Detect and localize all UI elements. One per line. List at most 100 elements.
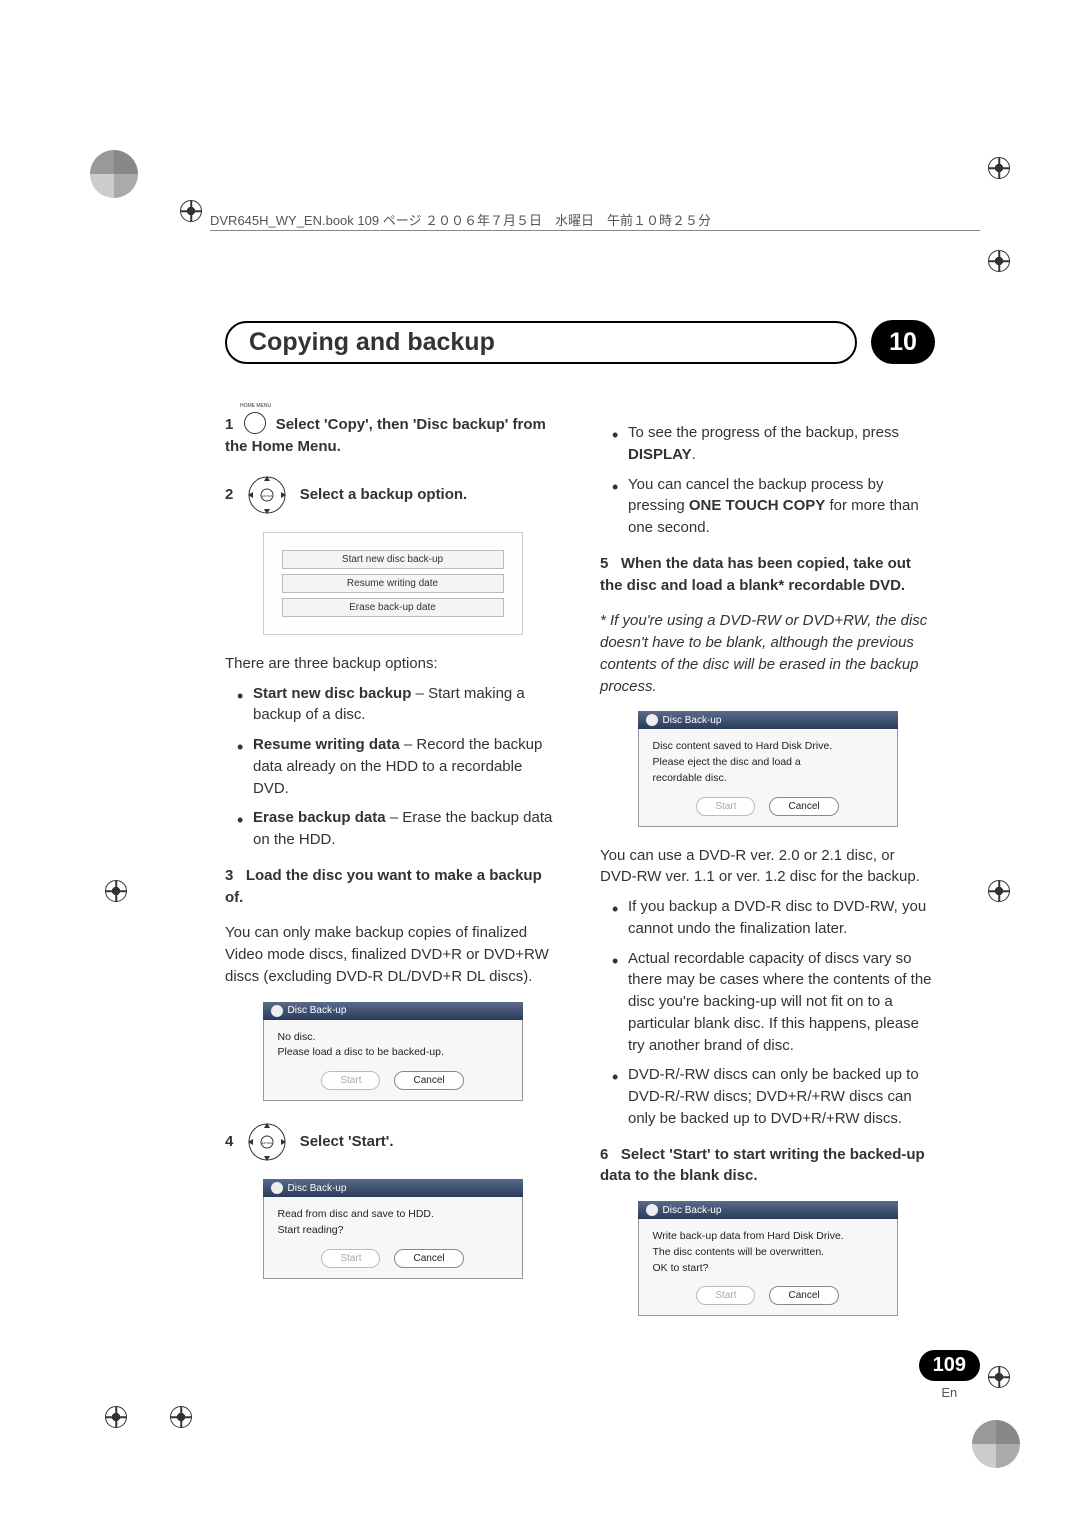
colorbar-bottom-right [972, 1420, 1020, 1468]
registration-mark-icon [105, 880, 127, 902]
step-3: 3 Load the disc you want to make a backu… [225, 865, 560, 909]
registration-mark-icon [988, 1366, 1010, 1388]
dialog-title: Disc Back-up [638, 711, 898, 729]
dialog-line: No disc. [278, 1030, 508, 1046]
step-5: 5 When the data has been copied, take ou… [600, 553, 935, 597]
dialog-line: The disc contents will be overwritten. [653, 1245, 883, 1261]
page-number-badge: 109 [919, 1350, 980, 1381]
page-content: Copying and backup 10 1 HOME MENU Select… [225, 320, 935, 1334]
step-6-heading: Select 'Start' to start writing the back… [600, 1146, 925, 1185]
home-menu-icon: HOME MENU [244, 412, 266, 434]
step-2: 2 ENTER Select a backup option. [225, 472, 560, 518]
book-header-line: DVR645H_WY_EN.book 109 ページ ２００６年７月５日 水曜日… [210, 210, 980, 229]
start-button[interactable]: Start [321, 1249, 380, 1268]
tip-text: . [692, 446, 696, 463]
header-rule [210, 230, 980, 231]
list-item: If you backup a DVD-R disc to DVD-RW, yo… [628, 896, 935, 940]
list-item: You can cancel the backup process by pre… [628, 474, 935, 539]
svg-text:ENTER: ENTER [261, 1141, 272, 1145]
svg-text:ENTER: ENTER [261, 494, 272, 498]
step-4-text: Select 'Start'. [300, 1133, 394, 1150]
start-button[interactable]: Start [696, 1286, 755, 1305]
dialog-write-backup: Disc Back-up Write back-up data from Har… [638, 1201, 898, 1316]
menu-item-erase[interactable]: Erase back-up date [282, 598, 504, 617]
dialog-line: Read from disc and save to HDD. [278, 1207, 508, 1223]
registration-mark-icon [988, 880, 1010, 902]
option-label: Start new disc backup [253, 685, 411, 702]
menu-item-start-new[interactable]: Start new disc back-up [282, 550, 504, 569]
disc-versions-note: You can use a DVD-R ver. 2.0 or 2.1 disc… [600, 845, 935, 889]
dialog-body: Read from disc and save to HDD. Start re… [263, 1197, 523, 1279]
dialog-body: Disc content saved to Hard Disk Drive. P… [638, 729, 898, 826]
left-column: 1 HOME MENU Select 'Copy', then 'Disc ba… [225, 414, 560, 1334]
registration-mark-icon [988, 157, 1010, 179]
step-number: 6 [600, 1146, 608, 1163]
dialog-title: Disc Back-up [263, 1002, 523, 1020]
chapter-badge: 10 [871, 320, 935, 364]
cancel-button[interactable]: Cancel [769, 797, 838, 816]
dialog-body: Write back-up data from Hard Disk Drive.… [638, 1219, 898, 1316]
list-item: DVD-R/-RW discs can only be backed up to… [628, 1064, 935, 1129]
step-3-heading: Load the disc you want to make a backup … [225, 867, 542, 906]
page-number-block: 109 En [919, 1350, 980, 1400]
start-button[interactable]: Start [321, 1071, 380, 1090]
step-5-note: * If you're using a DVD-RW or DVD+RW, th… [600, 610, 935, 697]
step-3-body: You can only make backup copies of final… [225, 922, 560, 987]
dialog-line: Please eject the disc and load a [653, 755, 883, 771]
cancel-button[interactable]: Cancel [394, 1071, 463, 1090]
nav-enter-icon: ENTER [244, 472, 290, 518]
step-2-text: Select a backup option. [300, 486, 468, 503]
cancel-button[interactable]: Cancel [394, 1249, 463, 1268]
step-number: 4 [225, 1133, 233, 1150]
section-title: Copying and backup [225, 321, 857, 364]
menu-item-resume[interactable]: Resume writing date [282, 574, 504, 593]
page-language: En [919, 1385, 980, 1400]
backup-option-menu: Start new disc back-up Resume writing da… [263, 532, 523, 635]
option-label: Erase backup data [253, 809, 386, 826]
dialog-line: Write back-up data from Hard Disk Drive. [653, 1229, 883, 1245]
list-item: Resume writing data – Record the backup … [253, 734, 560, 799]
step-5-heading: When the data has been copied, take out … [600, 555, 911, 594]
tip-text: To see the progress of the backup, press [628, 424, 899, 441]
registration-mark-icon [988, 250, 1010, 272]
option-label: Resume writing data [253, 736, 400, 753]
dialog-line: OK to start? [653, 1261, 883, 1277]
dialog-line: recordable disc. [653, 771, 883, 787]
cancel-button[interactable]: Cancel [769, 1286, 838, 1305]
onetouchcopy-key: ONE TOUCH COPY [689, 497, 825, 514]
step-1: 1 HOME MENU Select 'Copy', then 'Disc ba… [225, 414, 560, 458]
tips-list: To see the progress of the backup, press… [600, 422, 935, 539]
display-key: DISPLAY [628, 446, 692, 463]
dialog-body: No disc. Please load a disc to be backed… [263, 1020, 523, 1102]
dialog-no-disc: Disc Back-up No disc. Please load a disc… [263, 1002, 523, 1102]
step-number: 5 [600, 555, 608, 572]
registration-mark-icon [105, 1406, 127, 1428]
step-6: 6 Select 'Start' to start writing the ba… [600, 1144, 935, 1188]
nav-enter-icon: ENTER [244, 1119, 290, 1165]
options-intro: There are three backup options: [225, 653, 560, 675]
dialog-title: Disc Back-up [263, 1179, 523, 1197]
dialog-line: Please load a disc to be backed-up. [278, 1045, 508, 1061]
step-4: 4 ENTER Select 'Start'. [225, 1119, 560, 1165]
compat-list: If you backup a DVD-R disc to DVD-RW, yo… [600, 896, 935, 1130]
start-button[interactable]: Start [696, 797, 755, 816]
registration-mark-icon [180, 200, 202, 222]
list-item: To see the progress of the backup, press… [628, 422, 935, 466]
colorbar-top-left [90, 150, 138, 198]
registration-mark-icon [170, 1406, 192, 1428]
list-item: Start new disc backup – Start making a b… [253, 683, 560, 727]
list-item: Actual recordable capacity of discs vary… [628, 948, 935, 1057]
backup-options-list: Start new disc backup – Start making a b… [225, 683, 560, 851]
home-menu-icon-label: HOME MENU [236, 403, 276, 410]
dialog-line: Start reading? [278, 1223, 508, 1239]
list-item: Erase backup data – Erase the backup dat… [253, 807, 560, 851]
dialog-line: Disc content saved to Hard Disk Drive. [653, 739, 883, 755]
dialog-start-reading: Disc Back-up Read from disc and save to … [263, 1179, 523, 1279]
dialog-content-saved: Disc Back-up Disc content saved to Hard … [638, 711, 898, 826]
step-number: 3 [225, 867, 233, 884]
title-bar: Copying and backup 10 [225, 320, 935, 364]
step-1-text: Select 'Copy', then 'Disc backup' from t… [225, 416, 546, 455]
step-number: 2 [225, 486, 233, 503]
right-column: To see the progress of the backup, press… [600, 414, 935, 1334]
dialog-title: Disc Back-up [638, 1201, 898, 1219]
